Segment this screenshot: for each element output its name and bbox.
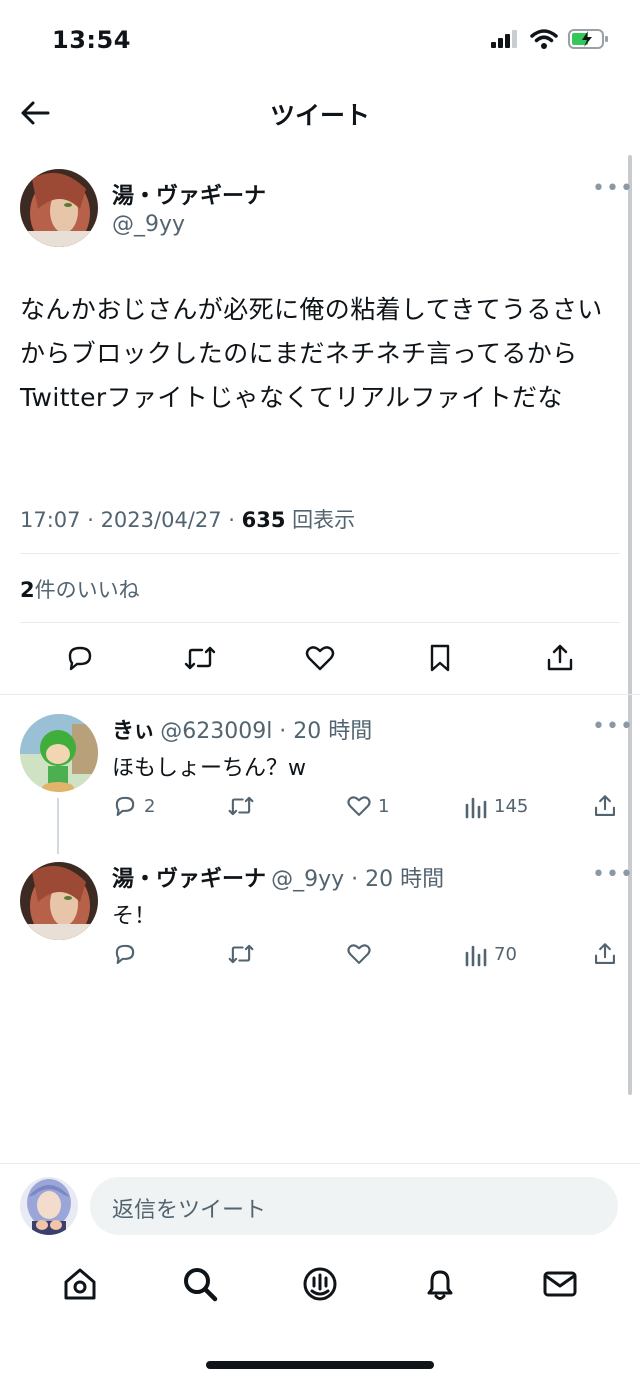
bookmark-button[interactable] xyxy=(422,640,458,676)
mail-icon xyxy=(543,1271,577,1297)
search-icon xyxy=(184,1268,218,1302)
retweet-icon xyxy=(184,646,216,670)
nav-home[interactable] xyxy=(58,1262,102,1306)
separator: · xyxy=(221,508,242,532)
reply-avatar[interactable] xyxy=(20,714,98,792)
heart-icon xyxy=(305,646,335,671)
reply-header: 湯・ヴァギーナ @_9yy · 20 時間 xyxy=(112,861,444,893)
bookmark-icon xyxy=(430,644,450,672)
compose-placeholder[interactable]: 返信をツイート xyxy=(112,1192,266,1224)
more-options-icon[interactable]: ••• xyxy=(592,862,634,887)
divider xyxy=(0,694,640,695)
home-indicator[interactable] xyxy=(206,1361,434,1369)
likes-count: 2 xyxy=(20,578,35,602)
reply-share-button[interactable] xyxy=(592,941,618,971)
reply-reply-stat[interactable] xyxy=(112,941,144,967)
tweet-time: 17:07 xyxy=(20,508,81,532)
tweet-meta: 17:07 · 2023/04/27 · 635 回表示 xyxy=(20,504,355,534)
likes-label: 件のいいね xyxy=(34,578,140,602)
retweet-button[interactable] xyxy=(182,640,218,676)
heart-icon xyxy=(347,944,371,964)
battery-charging-icon xyxy=(568,29,608,49)
divider xyxy=(0,1163,640,1164)
nav-notifications[interactable] xyxy=(418,1262,462,1306)
divider xyxy=(20,553,620,554)
more-options-icon[interactable]: ••• xyxy=(592,176,634,201)
spaces-icon xyxy=(303,1267,337,1301)
like-button[interactable] xyxy=(302,640,338,676)
author-handle[interactable]: @_9yy xyxy=(112,212,185,237)
reply-retweet-stat[interactable] xyxy=(226,941,262,967)
reply-share-button[interactable] xyxy=(592,793,618,823)
page-title: ツイート xyxy=(269,101,370,130)
reply-views-stat[interactable]: 70 xyxy=(464,941,517,967)
more-options-icon[interactable]: ••• xyxy=(592,714,634,739)
view-count: 145 xyxy=(494,795,529,817)
reply-icon xyxy=(115,944,135,964)
reply-author-name[interactable]: 湯・ヴァギーナ xyxy=(112,867,266,892)
share-button[interactable] xyxy=(542,640,578,676)
tweet-date: 2023/04/27 xyxy=(100,508,222,532)
bell-icon xyxy=(427,1270,453,1300)
nav-spaces[interactable] xyxy=(298,1262,342,1306)
status-time: 13:54 xyxy=(52,26,131,54)
reply-reply-stat[interactable]: 2 xyxy=(112,793,155,819)
author-avatar[interactable] xyxy=(20,169,98,247)
reply-like-stat[interactable] xyxy=(346,941,378,967)
reply-header: きぃ @623009l · 20 時間 xyxy=(112,713,372,745)
author-name[interactable]: 湯・ヴァギーナ xyxy=(112,178,266,210)
share-icon xyxy=(547,644,573,671)
reply-button[interactable] xyxy=(62,640,98,676)
wifi-icon xyxy=(530,29,558,49)
tweet-actions xyxy=(0,640,640,676)
share-icon xyxy=(595,795,615,816)
reply-text: そ！ xyxy=(112,904,157,929)
like-count: 1 xyxy=(378,795,390,817)
reply-handle-time[interactable]: @_9yy · 20 時間 xyxy=(271,867,444,892)
reply-handle-time[interactable]: @623009l · 20 時間 xyxy=(160,719,372,744)
views-chart-icon xyxy=(465,945,487,967)
tweet-text: なんかおじさんが必死に俺の粘着してきてうるさいからブロックしたのにまだネチネチ言… xyxy=(20,295,603,412)
reply-views-stat[interactable]: 145 xyxy=(464,793,528,819)
reply-icon xyxy=(68,646,92,671)
my-avatar[interactable] xyxy=(20,1177,78,1235)
status-icons xyxy=(490,28,610,50)
home-icon xyxy=(64,1268,96,1300)
nav-messages[interactable] xyxy=(538,1262,582,1306)
view-label: 回表示 xyxy=(292,508,356,532)
reply-avatar[interactable] xyxy=(20,862,98,940)
reply-like-stat[interactable]: 1 xyxy=(346,793,389,819)
separator: · xyxy=(80,508,101,532)
view-count: 70 xyxy=(494,943,517,965)
views-chart-icon xyxy=(465,797,487,819)
retweet-icon xyxy=(228,944,254,964)
reply-retweet-stat[interactable] xyxy=(226,793,262,819)
thread-line xyxy=(57,798,59,854)
view-count: 635 xyxy=(241,508,286,532)
likes-summary[interactable]: 2件のいいね xyxy=(20,574,140,604)
scrollbar[interactable] xyxy=(628,155,632,1095)
divider xyxy=(20,622,620,623)
retweet-icon xyxy=(228,796,254,816)
nav-search[interactable] xyxy=(178,1262,222,1306)
reply-count: 2 xyxy=(144,795,156,817)
reply-text: ほもしょーちん？w xyxy=(112,756,306,781)
signal-icon xyxy=(491,30,517,48)
bottom-nav xyxy=(0,1262,640,1306)
reply-icon xyxy=(115,796,135,816)
share-icon xyxy=(595,943,615,964)
heart-icon xyxy=(347,796,371,816)
reply-author-name[interactable]: きぃ xyxy=(112,719,155,744)
